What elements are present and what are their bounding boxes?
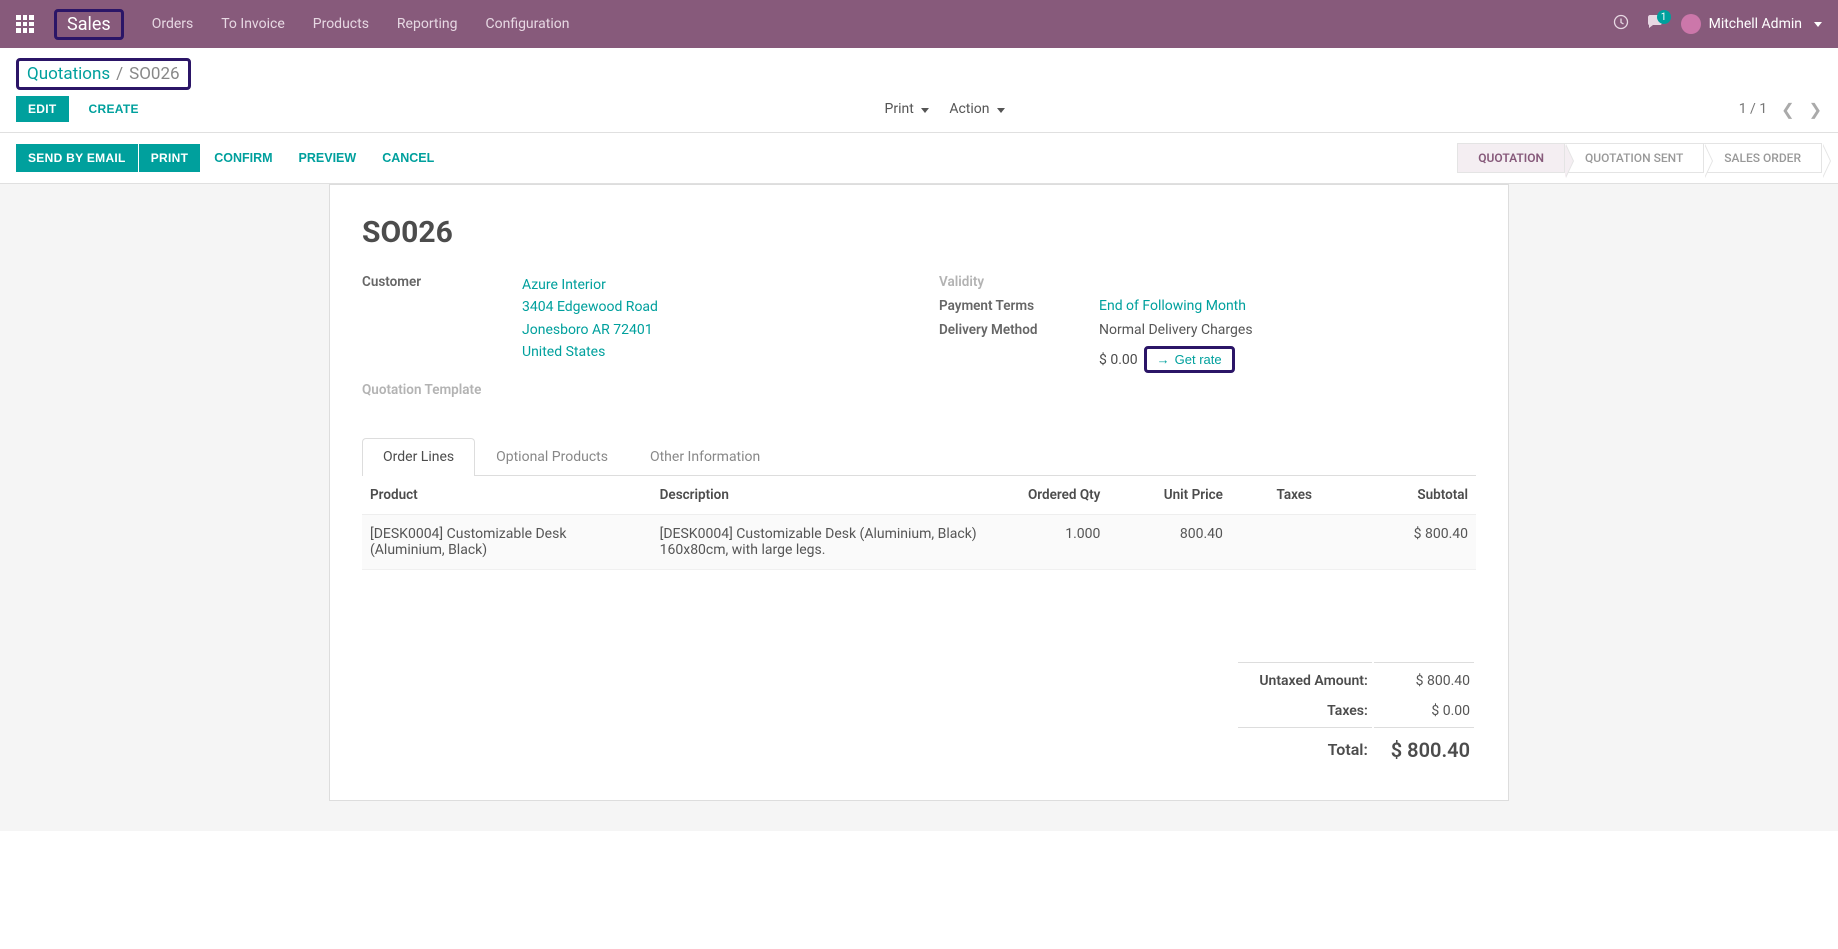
tabs: Order Lines Optional Products Other Info… [362, 438, 1476, 476]
form-area: SO026 Customer Azure Interior 3404 Edgew… [0, 184, 1838, 831]
preview-button[interactable]: PREVIEW [287, 144, 369, 172]
status-step-quotation[interactable]: QUOTATION [1457, 143, 1565, 173]
status-step-sales-order[interactable]: SALES ORDER [1703, 143, 1822, 173]
send-email-button[interactable]: SEND BY EMAIL [16, 144, 138, 172]
user-menu[interactable]: Mitchell Admin [1681, 14, 1822, 34]
get-rate-button[interactable]: → Get rate [1144, 346, 1235, 373]
tab-optional-products[interactable]: Optional Products [475, 438, 629, 475]
confirm-button[interactable]: CONFIRM [202, 144, 284, 172]
user-name: Mitchell Admin [1709, 16, 1802, 32]
totals: Untaxed Amount: $ 800.40 Taxes: $ 0.00 T… [362, 660, 1476, 770]
nav-orders[interactable]: Orders [152, 16, 194, 32]
cell-qty: 1.000 [986, 514, 1109, 569]
tab-other-information[interactable]: Other Information [629, 438, 781, 475]
cell-product: [DESK0004] Customizable Desk (Aluminium,… [362, 514, 652, 569]
untaxed-label: Untaxed Amount: [1238, 662, 1372, 695]
col-qty: Ordered Qty [986, 476, 1109, 515]
payment-terms-label: Payment Terms [939, 298, 1099, 314]
customer-value[interactable]: Azure Interior 3404 Edgewood Road Jonesb… [522, 274, 899, 364]
messages-icon[interactable]: 1 [1647, 14, 1663, 34]
quotation-template-label: Quotation Template [362, 382, 522, 398]
pager-count: 1 / 1 [1739, 101, 1767, 117]
status-step-quotation-sent[interactable]: QUOTATION SENT [1564, 143, 1704, 173]
cell-price: 800.40 [1108, 514, 1231, 569]
payment-terms-value[interactable]: End of Following Month [1099, 298, 1476, 314]
breadcrumb: Quotations / SO026 [16, 58, 191, 90]
col-description: Description [652, 476, 986, 515]
action-dropdown[interactable]: Action [949, 101, 1005, 117]
table-row[interactable]: [DESK0004] Customizable Desk (Aluminium,… [362, 514, 1476, 569]
form-sheet: SO026 Customer Azure Interior 3404 Edgew… [329, 184, 1509, 801]
col-product: Product [362, 476, 652, 515]
col-subtotal: Subtotal [1320, 476, 1476, 515]
untaxed-value: $ 800.40 [1374, 662, 1474, 695]
order-lines-table: Product Description Ordered Qty Unit Pri… [362, 476, 1476, 570]
cell-subtotal: $ 800.40 [1320, 514, 1476, 569]
col-price: Unit Price [1108, 476, 1231, 515]
tab-order-lines[interactable]: Order Lines [362, 438, 475, 476]
edit-button[interactable]: EDIT [16, 96, 69, 122]
taxes-label: Taxes: [1238, 697, 1372, 725]
chevron-down-icon [997, 108, 1005, 113]
app-title[interactable]: Sales [54, 9, 124, 40]
cell-taxes [1231, 514, 1320, 569]
breadcrumb-separator: / [116, 64, 123, 84]
chevron-down-icon [1814, 22, 1822, 27]
total-label: Total: [1238, 727, 1372, 768]
nav-configuration[interactable]: Configuration [485, 16, 569, 32]
pager-next[interactable]: ❯ [1809, 100, 1822, 119]
messages-badge: 1 [1657, 10, 1671, 24]
status-flow: QUOTATION QUOTATION SENT SALES ORDER [1458, 143, 1822, 173]
total-value: $ 800.40 [1374, 727, 1474, 768]
print-dropdown[interactable]: Print [885, 101, 930, 117]
delivery-rate: $ 0.00 [1099, 352, 1138, 368]
chevron-down-icon [921, 108, 929, 113]
apps-icon[interactable] [16, 15, 34, 33]
taxes-value: $ 0.00 [1374, 697, 1474, 725]
delivery-method-label: Delivery Method [939, 322, 1099, 338]
col-taxes: Taxes [1231, 476, 1320, 515]
nav-to-invoice[interactable]: To Invoice [221, 16, 285, 32]
delivery-method-value: Normal Delivery Charges [1099, 322, 1476, 338]
breadcrumb-current: SO026 [129, 64, 179, 84]
activity-icon[interactable] [1613, 14, 1629, 34]
top-navigation: Sales Orders To Invoice Products Reporti… [0, 0, 1838, 48]
cell-description: [DESK0004] Customizable Desk (Aluminium,… [652, 514, 986, 569]
customer-label: Customer [362, 274, 522, 290]
create-button[interactable]: CREATE [77, 96, 151, 122]
avatar [1681, 14, 1701, 34]
cancel-button[interactable]: CANCEL [370, 144, 446, 172]
control-panel: Quotations / SO026 EDIT CREATE Print Act… [0, 48, 1838, 133]
nav-reporting[interactable]: Reporting [397, 16, 458, 32]
breadcrumb-root[interactable]: Quotations [27, 64, 110, 84]
status-bar: SEND BY EMAIL PRINT CONFIRM PREVIEW CANC… [0, 133, 1838, 184]
arrow-right-icon: → [1157, 352, 1170, 367]
print-button[interactable]: PRINT [139, 144, 201, 172]
nav-products[interactable]: Products [313, 16, 369, 32]
pager-prev[interactable]: ❮ [1781, 100, 1794, 119]
record-title: SO026 [362, 215, 1476, 250]
validity-label: Validity [939, 274, 1099, 290]
